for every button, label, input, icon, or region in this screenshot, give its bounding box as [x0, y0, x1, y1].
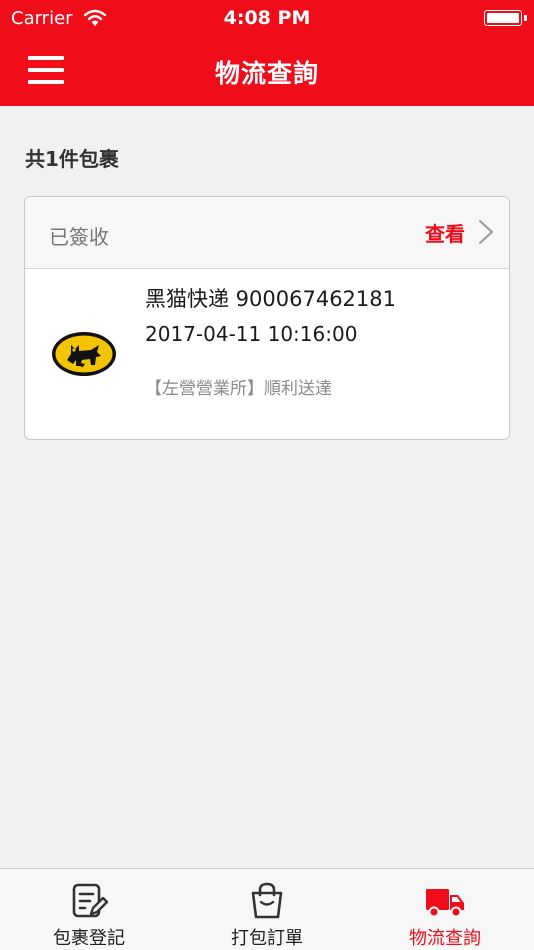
chevron-right-icon [479, 220, 493, 244]
package-card-header: 已簽收 查看 [25, 197, 509, 269]
latest-event: 【左營營業所】順利送達 [145, 379, 332, 399]
tab-pack-orders[interactable]: 打包訂單 [178, 869, 356, 950]
view-detail-label: 查看 [425, 221, 465, 246]
package-count: 共1件包裹 [25, 147, 119, 171]
black-cat-logo-icon [52, 332, 116, 376]
form-edit-icon [72, 883, 109, 918]
tab-package-register[interactable]: 包裹登記 [0, 869, 178, 950]
event-datetime: 2017-04-11 10:16:00 [145, 322, 358, 346]
tab-label: 物流查詢 [409, 928, 481, 949]
delivery-truck-icon [426, 889, 464, 918]
tab-label: 包裹登記 [53, 928, 125, 949]
battery-tip [524, 15, 527, 21]
tab-label: 打包訂單 [231, 928, 303, 949]
view-detail-link[interactable]: 查看 [425, 217, 495, 247]
page-title: 物流查詢 [214, 59, 319, 88]
package-card-body[interactable]: 黑猫快递 900067462181 2017-04-11 10:16:00 【左… [25, 270, 509, 439]
delivery-status: 已簽收 [49, 225, 109, 249]
status-bar: Carrier 4:08 PM [0, 0, 534, 36]
courier-tracking-number: 黑猫快递 900067462181 [145, 287, 397, 311]
app-header: Carrier 4:08 PM 物流查詢 [0, 0, 534, 106]
battery-icon [484, 10, 522, 26]
tab-logistics-query[interactable]: 物流查詢 [356, 869, 534, 950]
shopping-bag-icon [251, 882, 283, 919]
package-card: 已簽收 查看 黑猫快递 900067462181 2017-04-11 10:1… [24, 196, 510, 440]
tab-bar: 包裹登記 打包訂單 物流查詢 [0, 868, 534, 950]
status-time: 4:08 PM [223, 7, 311, 29]
